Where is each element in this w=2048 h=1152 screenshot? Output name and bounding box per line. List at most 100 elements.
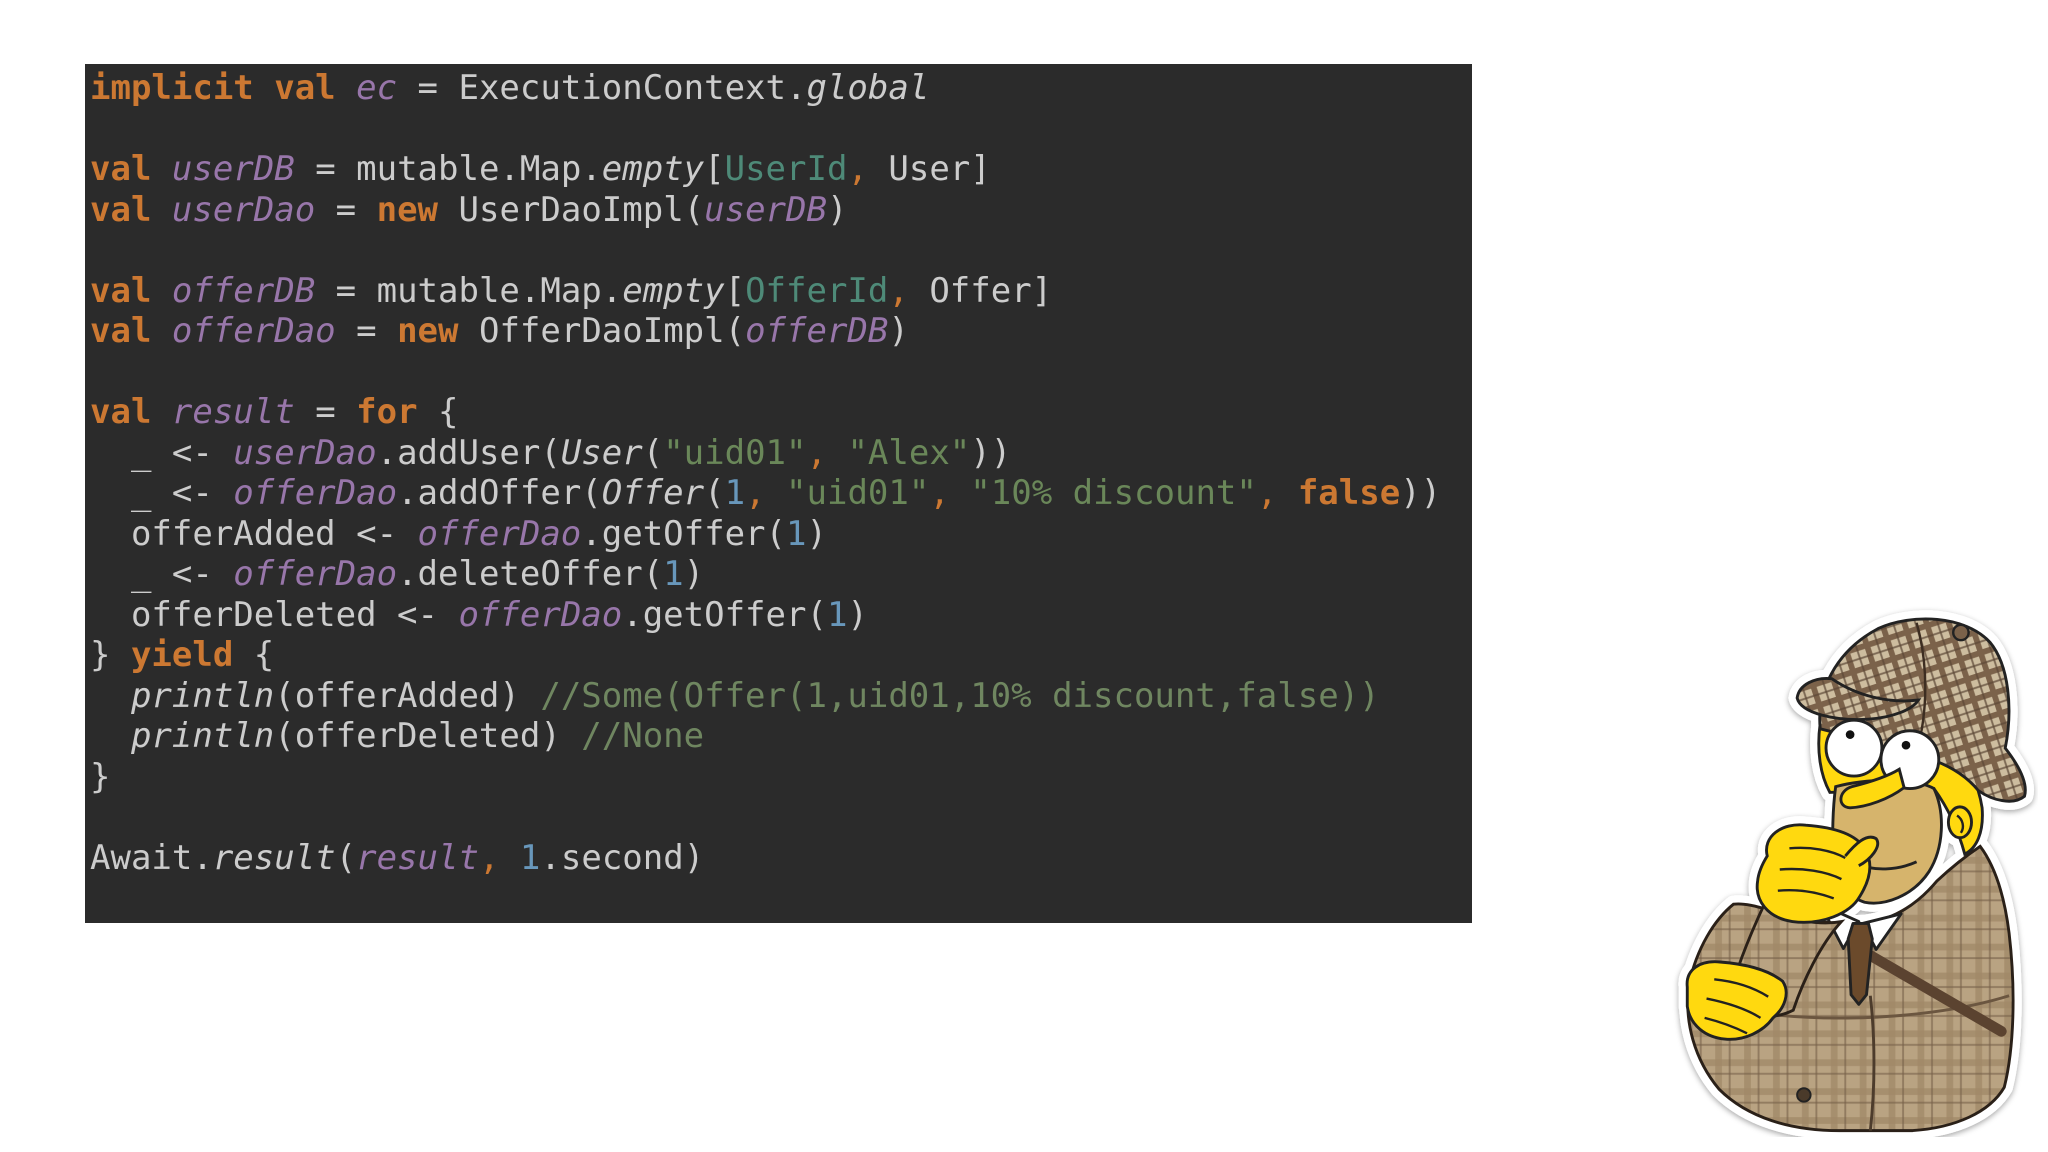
code-token: , [806, 432, 827, 473]
code-token: = mutable.Map. [294, 149, 602, 189]
code-line: offerDeleted <- offerDao.getOffer(1) [90, 595, 1472, 636]
code-token: OfferId [745, 270, 889, 311]
code-token: ) [847, 594, 868, 635]
code-token: println [90, 675, 275, 716]
code-token: .getOffer( [581, 513, 786, 554]
code-token: //None [581, 716, 705, 756]
code-token: .deleteOffer( [397, 554, 664, 594]
code-line: Await.result(result, 1.second) [90, 838, 1472, 879]
code-token: OfferDaoImpl( [458, 311, 746, 351]
coat-button [1796, 1087, 1812, 1103]
code-token: offerDB [745, 311, 889, 351]
code-token: offerDao [233, 473, 398, 513]
code-token: [ [724, 270, 746, 311]
code-token: "Alex" [826, 432, 971, 473]
code-token: = mutable.Map. [315, 270, 623, 311]
code-token: , [888, 270, 909, 311]
code-token: empty [622, 270, 725, 311]
code-token: 1 [499, 837, 541, 878]
code-token: = [294, 392, 357, 432]
code-token: 1 [724, 473, 746, 513]
code-token: ( [642, 432, 664, 473]
code-token: result [171, 392, 295, 432]
code-token: ( [704, 473, 725, 513]
code-token: , [478, 837, 500, 878]
code-token: = ExecutionContext. [397, 68, 807, 108]
code-token: ) [888, 311, 909, 351]
code-token: ( [335, 837, 357, 878]
code-token: , [1256, 473, 1278, 513]
code-line: val userDB = mutable.Map.empty[UserId, U… [90, 149, 1472, 190]
code-token: = [315, 189, 377, 230]
code-token: val [90, 149, 172, 189]
code-line: _ <- userDao.addUser(User("uid01", "Alex… [90, 433, 1472, 474]
code-token: new [397, 311, 459, 351]
code-token: { [417, 392, 459, 432]
code-token: , [929, 473, 950, 513]
code-token: empty [601, 149, 705, 189]
code-line: _ <- offerDao.deleteOffer(1) [90, 554, 1472, 595]
code-token: } [90, 756, 111, 797]
code-block: implicit val ec = ExecutionContext.globa… [85, 64, 1472, 923]
code-token: "uid01" [765, 473, 930, 513]
code-line: val result = for { [90, 392, 1472, 433]
code-line: val offerDao = new OfferDaoImpl(offerDB) [90, 311, 1472, 352]
code-token: UserDaoImpl( [438, 189, 705, 230]
code-token: offerDeleted <- [90, 594, 459, 635]
code-token: User] [867, 149, 991, 189]
code-line: _ <- offerDao.addOffer(Offer(1, "uid01",… [90, 473, 1472, 514]
code-token: 1 [826, 594, 848, 635]
code-token: offerAdded <- [90, 513, 418, 554]
code-line: } yield { [90, 635, 1472, 676]
code-token: (offerAdded) [274, 675, 541, 716]
code-token: for [356, 392, 418, 432]
code-token: println [90, 716, 275, 756]
code-token: _ <- [90, 554, 234, 594]
code-token: .second) [540, 837, 705, 878]
code-line: val userDao = new UserDaoImpl(userDB) [90, 190, 1472, 231]
code-token: [ [704, 149, 725, 189]
code-token: = [335, 311, 398, 351]
code-token: userDB [171, 149, 295, 189]
code-token: false [1277, 473, 1401, 513]
code-token: "10% discount" [949, 473, 1257, 513]
code-token: (offerDeleted) [274, 716, 582, 756]
code-token: Await. [90, 837, 213, 878]
code-token: "uid01" [663, 432, 807, 473]
code-token: .addOffer( [397, 473, 602, 513]
code-token: offerDao [458, 594, 623, 635]
code-token: userDao [233, 432, 377, 473]
code-token: 1 [663, 554, 684, 594]
code-line: val offerDB = mutable.Map.empty[OfferId,… [90, 271, 1472, 312]
code-token: ) [826, 189, 848, 230]
code-token: )) [1400, 473, 1442, 513]
code-token: } [90, 635, 131, 675]
code-token: 1 [785, 513, 807, 554]
code-token: ) [806, 513, 827, 554]
code-token: .addUser( [376, 432, 561, 473]
detective-character-icon [1668, 602, 2038, 1137]
code-token: global [806, 68, 930, 108]
code-token: val [90, 311, 172, 351]
slide: implicit val ec = ExecutionContext.globa… [0, 0, 2048, 1152]
code-token: result [212, 837, 336, 878]
code-token: userDB [704, 189, 827, 230]
code-token: offerDao [233, 554, 398, 594]
code-token: result [356, 837, 479, 878]
code-token: new [376, 189, 439, 230]
code-token: offerDao [171, 311, 336, 351]
code-token: val [90, 392, 172, 432]
code-token: yield [130, 635, 234, 675]
code-token: ec [356, 68, 398, 108]
code-token: UserId [724, 149, 848, 189]
code-line: offerAdded <- offerDao.getOffer(1) [90, 514, 1472, 555]
code-token: offerDao [417, 513, 582, 554]
code-token: .getOffer( [622, 594, 827, 635]
code-token: _ <- [90, 473, 234, 513]
code-token: //Some(Offer(1,uid01,10% discount,false)… [540, 675, 1380, 716]
code-token: , [745, 473, 766, 513]
